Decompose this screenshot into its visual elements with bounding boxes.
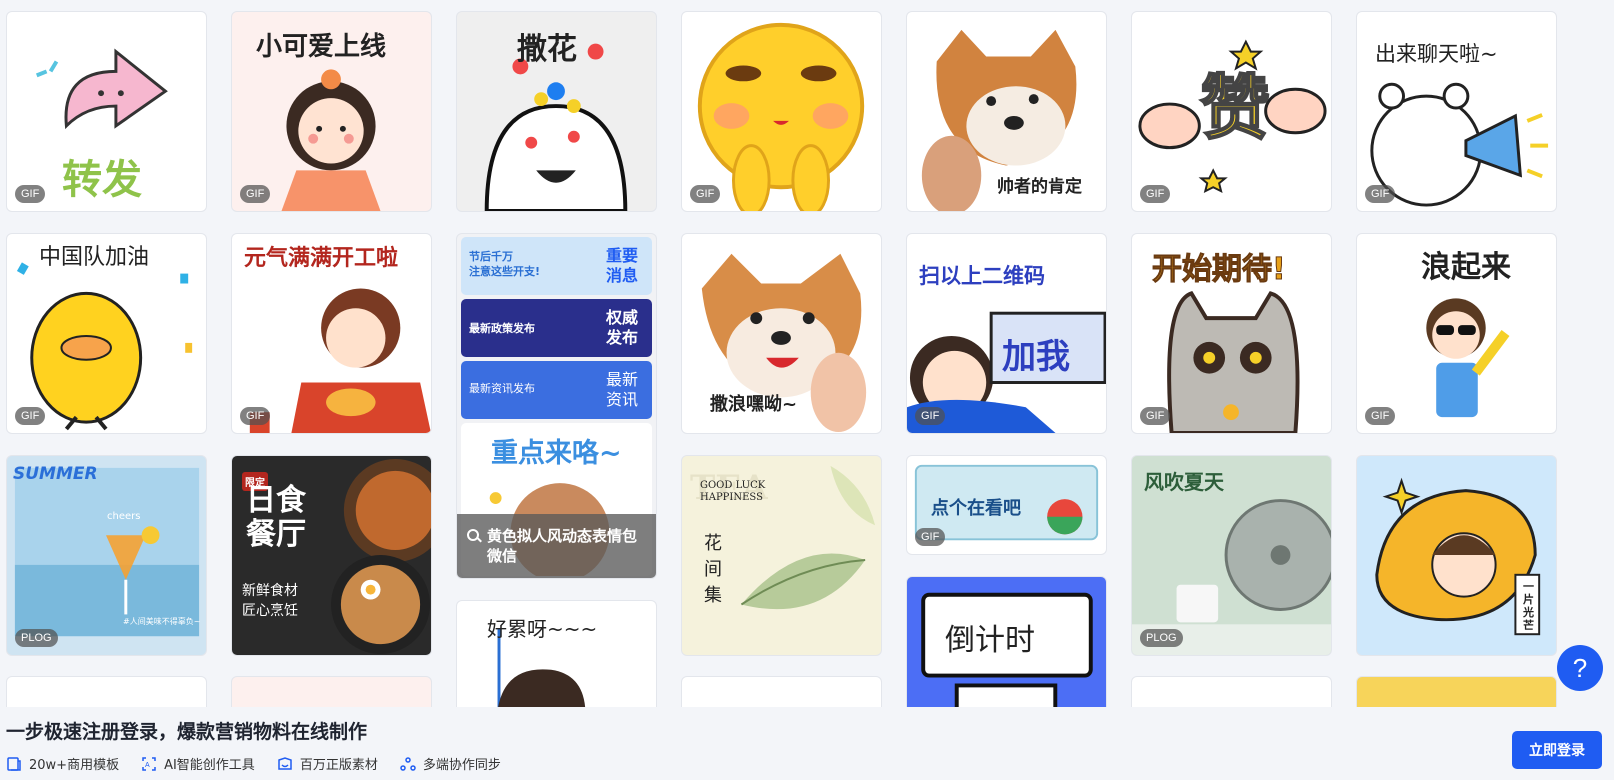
card-subcaption: cheers — [107, 511, 141, 522]
template-card-partial[interactable] — [231, 676, 432, 707]
card-hashtag: #人间美味不得辜负~ — [123, 617, 201, 626]
card-subcaption: 新鲜食材 匠心烹饪 — [242, 583, 298, 619]
card-caption: SUMMER — [13, 464, 98, 484]
template-card-hovered[interactable]: 节后千万 注意这些开支! 重要 消息 最新政策发布 权威 发布 最新资讯发布 最… — [456, 233, 657, 579]
template-card-expect[interactable]: 开始期待! GIF — [1131, 233, 1332, 434]
banner-label: 重要 消息 — [605, 246, 638, 285]
banner-policy: 最新政策发布 权威 发布 — [461, 299, 652, 357]
card-caption: 重点来咯~ — [491, 438, 622, 469]
card-caption: 花 间 集 — [704, 533, 722, 606]
ai-icon: A — [142, 756, 156, 771]
template-card-cheer[interactable]: 中国队加油 GIF — [6, 233, 207, 434]
svg-text:A: A — [145, 762, 150, 769]
help-icon: ? — [1572, 652, 1588, 683]
card-caption: 小可爱上线 — [256, 32, 387, 62]
template-card-shiba-thumb[interactable]: 帅者的肯定 — [906, 11, 1107, 212]
banner-important: 节后千万 注意这些开支! 重要 消息 — [461, 237, 652, 295]
banner-news: 最新资讯发布 最新 资讯 — [461, 361, 652, 419]
template-card-wave[interactable]: 浪起来 GIF — [1356, 233, 1557, 434]
template-card-partial[interactable] — [1356, 676, 1557, 707]
template-card-partial[interactable] — [6, 676, 207, 707]
banner-text: 最新资讯发布 — [469, 382, 535, 395]
hover-title-overlay[interactable]: 黄色拟人风动态表情包微信 — [457, 514, 656, 578]
gif-badge: GIF — [15, 185, 46, 203]
help-button[interactable]: ? — [1557, 645, 1603, 691]
card-caption: 撒花 — [517, 32, 577, 67]
card-caption: 好累呀~~~ — [487, 617, 598, 641]
feature-label: 百万正版素材 — [299, 758, 378, 773]
feature-ai: A AI智能创作工具 — [141, 754, 255, 773]
card-caption: 浪起来 — [1421, 250, 1511, 285]
feature-sync: 多端协作同步 — [400, 754, 501, 773]
search-icon — [467, 529, 479, 541]
banner-text: 最新政策发布 — [469, 322, 535, 335]
template-grid: 转发 GIF 中国队加油 GIF SUMMER cheers #人间美味不得辜负… — [0, 0, 1614, 707]
template-card-partial[interactable] — [1131, 676, 1332, 707]
feature-label: 20w+商用模板 — [29, 758, 120, 773]
card-caption: 元气满满开工啦 — [244, 246, 399, 271]
template-card-shiba-heart[interactable]: 撒浪嘿呦~ — [681, 233, 882, 434]
template-card-chat[interactable]: 出来聊天啦~ GIF — [1356, 11, 1557, 212]
gif-badge: GIF — [1140, 407, 1171, 425]
gif-badge: GIF — [915, 528, 946, 546]
template-card-forward[interactable]: 转发 GIF — [6, 11, 207, 212]
template-card-countdown[interactable]: 倒计时 — [906, 576, 1107, 707]
plog-badge: PLOG — [1140, 629, 1183, 647]
template-card-work[interactable]: 元气满满开工啦 GIF — [231, 233, 432, 434]
banner-text: 节后千万 注意这些开支! — [469, 250, 541, 278]
template-card-emoji[interactable]: GIF — [681, 11, 882, 212]
gif-badge: GIF — [1365, 407, 1396, 425]
emoji-face-sticker — [697, 22, 865, 211]
sign-text: 加我 — [1002, 337, 1070, 377]
template-card-qrcode[interactable]: 扫以上二维码 加我 GIF — [906, 233, 1107, 434]
feature-label: 多端协作同步 — [422, 758, 501, 773]
gif-badge: GIF — [690, 185, 721, 203]
banner-label: 最新 资讯 — [605, 370, 638, 409]
card-caption: 开始期待! — [1152, 252, 1287, 288]
sync-icon — [400, 756, 416, 771]
template-card-cute[interactable]: 小可爱上线 GIF — [231, 11, 432, 212]
template-card-tea[interactable]: TEA GOOD LUCK HAPPINESS 花 间 集 — [681, 455, 882, 656]
card-caption: 点个在看吧 — [931, 498, 1021, 519]
overlay-title: 黄色拟人风动态表情包微信 — [487, 527, 638, 565]
card-caption: 扫以上二维码 — [919, 264, 1045, 288]
card-caption: 出来聊天啦~ — [1375, 42, 1498, 66]
template-icon — [7, 756, 21, 771]
login-button[interactable]: 立即登录 — [1512, 731, 1602, 769]
card-subcaption: GOOD LUCK HAPPINESS — [700, 480, 766, 503]
gif-badge: GIF — [915, 407, 946, 425]
plog-badge: PLOG — [15, 629, 58, 647]
gif-badge: GIF — [240, 407, 271, 425]
card-caption: 帅者的肯定 — [997, 177, 1082, 197]
gif-badge: GIF — [15, 407, 46, 425]
template-card-summer-wind[interactable]: 风吹夏天 PLOG — [1131, 455, 1332, 656]
feature-list: 20w+商用模板 A AI智能创作工具 百万正版素材 多端协作同步 — [6, 754, 501, 773]
card-caption: 日食 餐厅 — [246, 483, 306, 552]
gif-badge: GIF — [240, 185, 271, 203]
gif-badge: GIF — [1140, 185, 1171, 203]
feature-materials: 百万正版素材 — [277, 754, 378, 773]
promo-title: 一步极速注册登录，爆款营销物料在线制作 — [6, 721, 368, 743]
template-card-flowers[interactable]: 撒花 — [456, 11, 657, 212]
feature-label: AI智能创作工具 — [164, 758, 255, 773]
template-card-tired[interactable]: 好累呀~~~ — [456, 600, 657, 707]
card-caption: 赞 — [1199, 66, 1271, 150]
card-caption: 中国队加油 — [39, 245, 150, 270]
login-promo-bar: 一步极速注册登录，爆款营销物料在线制作 20w+商用模板 A AI智能创作工具 … — [0, 707, 1614, 780]
template-card-mango[interactable]: 一片光芒 — [1356, 455, 1557, 656]
card-caption: 撒浪嘿呦~ — [710, 394, 798, 415]
gif-badge: GIF — [1365, 185, 1396, 203]
template-card-summer[interactable]: SUMMER cheers #人间美味不得辜负~ PLOG — [6, 455, 207, 656]
material-icon — [278, 756, 292, 770]
card-caption: 倒计时 — [945, 623, 1035, 658]
template-card-like[interactable]: 赞 GIF — [1131, 11, 1332, 212]
template-card-partial[interactable] — [681, 676, 882, 707]
template-card-watch[interactable]: 点个在看吧 GIF — [906, 455, 1107, 555]
banner-label: 权威 发布 — [605, 308, 638, 347]
card-caption: 一片光芒 — [1523, 580, 1534, 632]
card-caption: 风吹夏天 — [1144, 470, 1224, 494]
feature-templates: 20w+商用模板 — [6, 754, 119, 773]
card-caption: 转发 — [62, 157, 142, 203]
template-card-restaurant[interactable]: 限定 日食 餐厅 新鲜食材 匠心烹饪 — [231, 455, 432, 656]
